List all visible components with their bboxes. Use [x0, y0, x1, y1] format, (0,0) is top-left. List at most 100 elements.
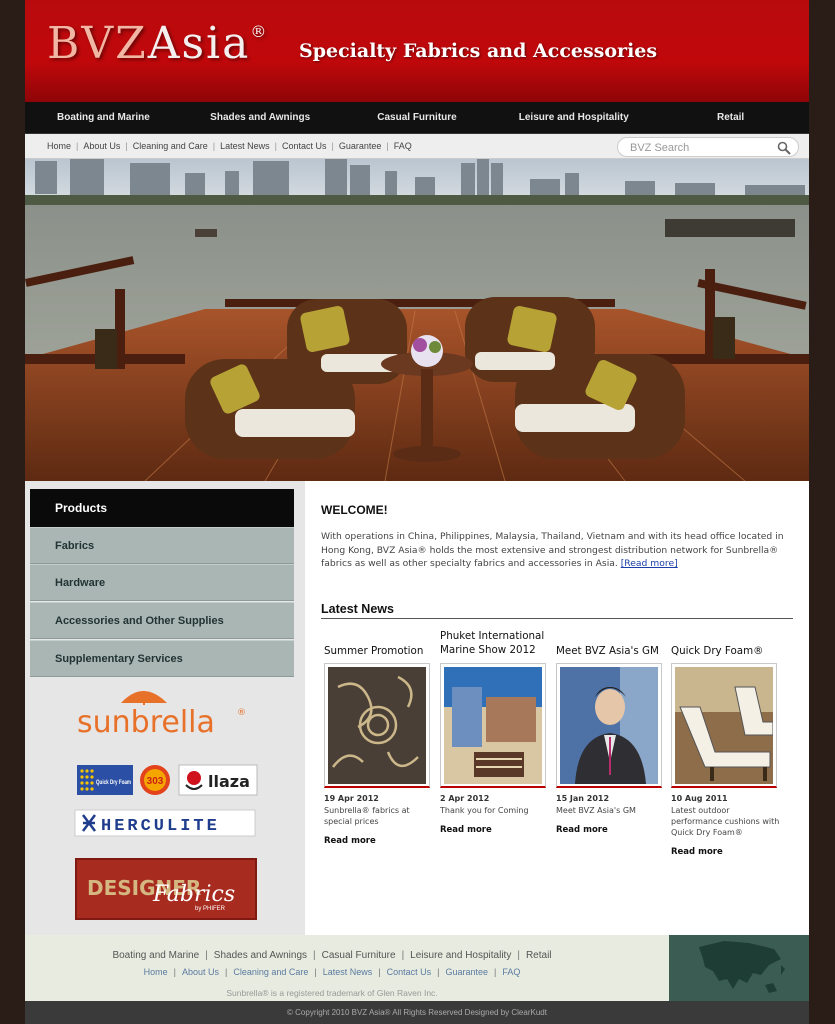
- subnav-faq[interactable]: FAQ: [394, 141, 412, 151]
- subnav-guarantee[interactable]: Guarantee: [339, 141, 382, 151]
- footer-nav-retail[interactable]: Retail: [526, 950, 552, 961]
- footer-nav-home[interactable]: Home: [144, 967, 168, 977]
- brand-logos: sunbrella ® Quick Dry Foam 303 llaza HER…: [25, 681, 295, 921]
- subnav-about-us[interactable]: About Us: [83, 141, 120, 151]
- separator: |: [313, 950, 316, 961]
- separator: |: [225, 967, 228, 977]
- footer-nav-contact-us[interactable]: Contact Us: [387, 967, 432, 977]
- sunbrella-logo[interactable]: sunbrella ®: [25, 681, 295, 741]
- fabrics-text: Fabrics: [152, 882, 235, 907]
- search-icon[interactable]: [777, 141, 791, 155]
- asia-map: [669, 935, 809, 1001]
- footer-nav-cleaning-care[interactable]: Cleaning and Care: [233, 967, 308, 977]
- separator: |: [274, 141, 278, 151]
- header-banner: BVZAsia® Specialty Fabrics and Accessori…: [25, 0, 809, 102]
- page: BVZAsia® Specialty Fabrics and Accessori…: [25, 0, 809, 1024]
- svg-text:®: ®: [237, 708, 246, 718]
- nav-boating-marine[interactable]: Boating and Marine: [25, 102, 182, 133]
- welcome-read-more-link[interactable]: [Read more]: [621, 558, 678, 569]
- marine-show-booth-image: [444, 667, 542, 784]
- news-read-more-link[interactable]: Read more: [324, 836, 376, 846]
- search-box: [617, 137, 799, 157]
- news-thumbnail[interactable]: [440, 663, 546, 788]
- nav-shades-awnings[interactable]: Shades and Awnings: [182, 102, 339, 133]
- welcome-title: WELCOME!: [321, 503, 388, 517]
- separator: |: [212, 141, 216, 151]
- footer-nav-boating-marine[interactable]: Boating and Marine: [112, 950, 199, 961]
- designer-fabrics-logo[interactable]: DESIGNER Fabrics by PHIFER: [25, 857, 295, 921]
- news-date: 15 Jan 2012: [556, 794, 610, 803]
- news-read-more-link[interactable]: Read more: [671, 847, 723, 857]
- search-input[interactable]: [630, 140, 770, 156]
- sidebar: Products Fabrics Hardware Accessories an…: [25, 481, 305, 935]
- subnav-home[interactable]: Home: [47, 141, 71, 151]
- news-title[interactable]: Quick Dry Foam®: [671, 644, 783, 658]
- logo-rest: Asia: [147, 18, 251, 69]
- separator: |: [173, 967, 176, 977]
- sunbrella-wordmark: sunbrella: [77, 705, 215, 740]
- sidebar-item-accessories[interactable]: Accessories and Other Supplies: [30, 602, 294, 639]
- separator: |: [401, 950, 405, 961]
- sidebar-item-supplementary[interactable]: Supplementary Services: [30, 640, 294, 677]
- phifer-text: by PHIFER: [195, 906, 226, 912]
- herculite-text: HERCULITE: [101, 817, 220, 836]
- main-nav: Boating and Marine Shades and Awnings Ca…: [25, 102, 809, 134]
- footer-nav-shades-awnings[interactable]: Shades and Awnings: [214, 950, 307, 961]
- news-title[interactable]: Phuket International Marine Show 2012: [440, 629, 552, 657]
- subnav-contact-us[interactable]: Contact Us: [282, 141, 327, 151]
- herculite-logo[interactable]: HERCULITE: [25, 807, 295, 841]
- footer-nav-latest-news[interactable]: Latest News: [323, 967, 373, 977]
- fabric-pattern-image: [328, 667, 426, 784]
- footer-nav-faq[interactable]: FAQ: [502, 967, 520, 977]
- logo[interactable]: BVZAsia®: [47, 18, 268, 69]
- news-thumbnail[interactable]: [556, 663, 662, 788]
- footer-nav-about-us[interactable]: About Us: [182, 967, 219, 977]
- news-title[interactable]: Meet BVZ Asia's GM: [556, 644, 668, 658]
- sub-nav: Home | About Us | Cleaning and Care | Latest N…: [25, 134, 809, 159]
- separator: |: [125, 141, 128, 151]
- lounge-chair-image: [675, 667, 773, 784]
- news-date: 10 Aug 2011: [671, 794, 728, 803]
- asia-map-icon: [699, 941, 785, 993]
- sidebar-item-fabrics[interactable]: Fabrics: [30, 527, 294, 564]
- llaza-text: llaza: [208, 772, 250, 791]
- gm-portrait-image: [560, 667, 658, 784]
- quick-dry-foam-text: Quick Dry Foam: [96, 779, 131, 786]
- news-description: Sunbrella® fabrics at special prices: [324, 806, 410, 826]
- separator: |: [205, 950, 208, 961]
- news-description: Meet BVZ Asia's GM: [556, 806, 636, 815]
- main-content: WELCOME! With operations in China, Phili…: [305, 481, 809, 935]
- latest-news-title: Latest News: [321, 602, 793, 619]
- welcome-body: With operations in China, Philippines, M…: [321, 531, 784, 569]
- separator: |: [494, 967, 497, 977]
- news-thumbnail[interactable]: [671, 663, 777, 788]
- separator: |: [437, 967, 440, 977]
- footer-nav-casual-furniture[interactable]: Casual Furniture: [322, 950, 396, 961]
- separator: |: [331, 141, 334, 151]
- copyright-bar: © Copyright 2010 BVZ Asia® All Rights Re…: [25, 1001, 809, 1024]
- separator: |: [314, 967, 317, 977]
- welcome-text: With operations in China, Philippines, M…: [321, 530, 789, 571]
- products-header: Products: [30, 489, 294, 527]
- separator: |: [517, 950, 520, 961]
- news-read-more-link[interactable]: Read more: [556, 825, 608, 835]
- nav-retail[interactable]: Retail: [652, 102, 809, 133]
- news-read-more-link[interactable]: Read more: [440, 825, 492, 835]
- sidebar-item-hardware[interactable]: Hardware: [30, 564, 294, 601]
- separator: |: [76, 141, 79, 151]
- logo-main: BVZ: [47, 18, 148, 69]
- subnav-latest-news[interactable]: Latest News: [220, 141, 270, 151]
- news-description: Latest outdoor performance cushions with…: [671, 806, 780, 837]
- footer-nav-guarantee[interactable]: Guarantee: [446, 967, 489, 977]
- subnav-cleaning-care[interactable]: Cleaning and Care: [133, 141, 208, 151]
- news-description: Thank you for Coming: [440, 806, 529, 815]
- news-date: 19 Apr 2012: [324, 794, 379, 803]
- news-thumbnail[interactable]: [324, 663, 430, 788]
- footer-nav-leisure-hospitality[interactable]: Leisure and Hospitality: [410, 950, 511, 961]
- nav-casual-furniture[interactable]: Casual Furniture: [339, 102, 496, 133]
- separator: |: [378, 967, 381, 977]
- nav-leisure-hospitality[interactable]: Leisure and Hospitality: [495, 102, 652, 133]
- separator: |: [386, 141, 389, 151]
- logo-registered: ®: [250, 22, 269, 41]
- news-title[interactable]: Summer Promotion: [324, 644, 436, 658]
